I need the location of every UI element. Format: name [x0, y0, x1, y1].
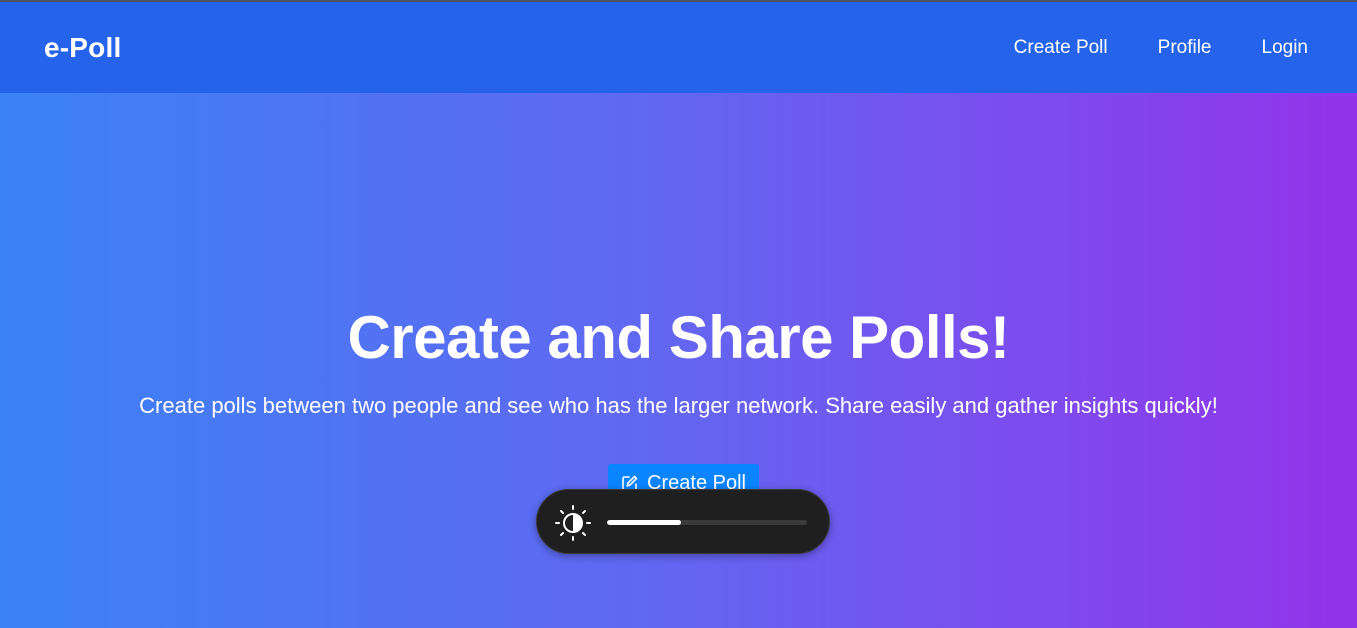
brightness-osd	[536, 489, 830, 554]
nav-link-create-poll[interactable]: Create Poll	[1014, 37, 1108, 59]
hero-subtitle: Create polls between two people and see …	[139, 393, 1218, 418]
nav-link-login[interactable]: Login	[1262, 37, 1309, 59]
brightness-slider-fill	[607, 520, 681, 525]
nav-links: Create Poll Profile Login	[1014, 37, 1308, 59]
brightness-icon	[553, 503, 593, 543]
hero-title: Create and Share Polls!	[347, 304, 1010, 371]
brand-logo[interactable]: e-Poll	[44, 32, 121, 64]
brightness-slider-track[interactable]	[607, 520, 807, 525]
nav-link-profile[interactable]: Profile	[1158, 37, 1212, 59]
navbar: e-Poll Create Poll Profile Login	[0, 2, 1357, 93]
